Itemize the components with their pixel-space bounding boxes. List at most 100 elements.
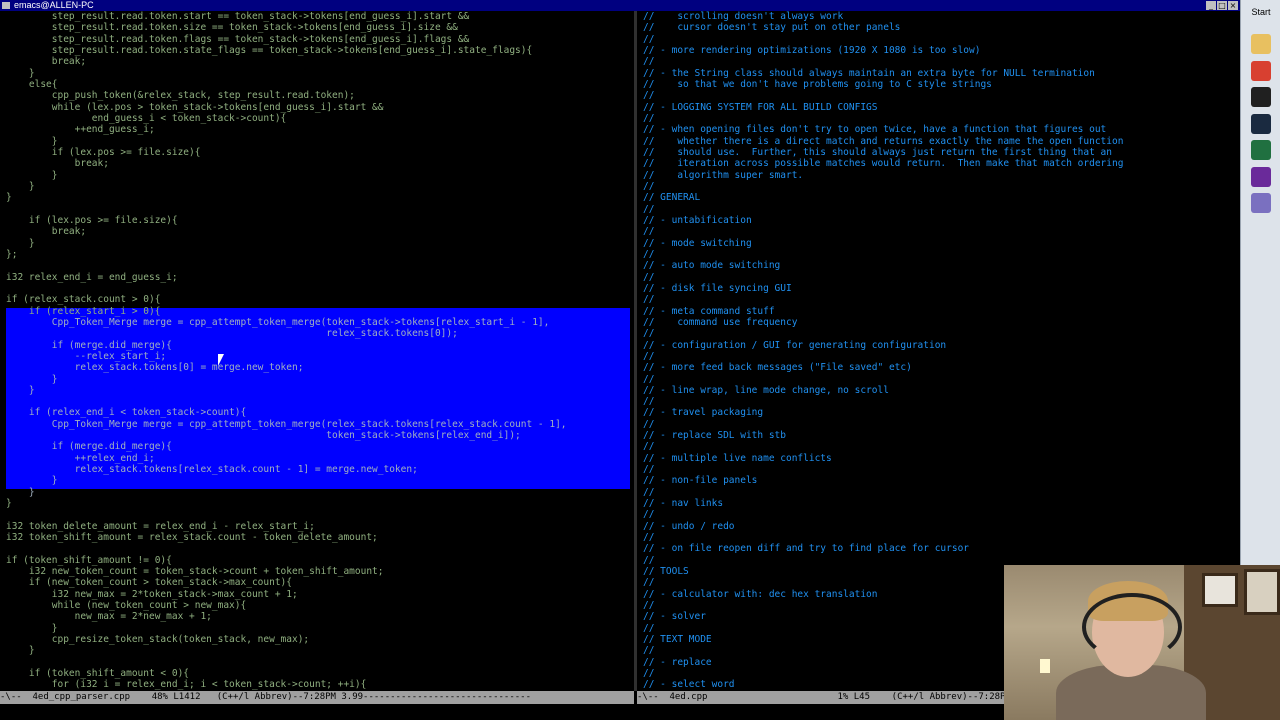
code-line[interactable]: // — [643, 34, 1240, 45]
code-line[interactable]: // - multiple live name conflicts — [643, 453, 1240, 464]
code-line[interactable]: break; — [6, 56, 634, 67]
code-line[interactable]: for (i32 i = relex_end_i; i < token_stac… — [6, 679, 634, 690]
code-line[interactable]: cpp_push_token(&relex_stack, step_result… — [6, 90, 634, 101]
chrome-app-icon[interactable] — [1251, 60, 1271, 81]
code-line[interactable]: ++relex_end_i; — [6, 453, 634, 464]
code-line[interactable]: // whether there is a direct match and r… — [643, 136, 1240, 147]
code-line[interactable]: relex_stack.tokens[0] = merge.new_token; — [6, 362, 634, 373]
code-line[interactable]: // - nav links — [643, 498, 1240, 509]
code-line[interactable]: // — [643, 464, 1240, 475]
code-line[interactable]: // — [643, 328, 1240, 339]
code-line[interactable]: // — [643, 487, 1240, 498]
code-line[interactable]: } — [6, 68, 634, 79]
emacs-app-icon[interactable] — [1251, 193, 1271, 213]
code-line[interactable]: // — [643, 374, 1240, 385]
code-line[interactable]: break; — [6, 158, 634, 169]
code-line[interactable] — [6, 260, 634, 271]
code-line[interactable]: if (merge.did_merge){ — [6, 441, 634, 452]
code-line[interactable]: // cursor doesn't stay put on other pane… — [643, 22, 1240, 33]
code-line[interactable]: } — [6, 192, 634, 203]
code-line[interactable]: // — [643, 294, 1240, 305]
code-line[interactable]: if (relex_end_i < token_stack->count){ — [6, 407, 634, 418]
code-line[interactable]: } — [6, 238, 634, 249]
code-line[interactable]: // algorithm super smart. — [643, 170, 1240, 181]
code-line[interactable]: // - untabification — [643, 215, 1240, 226]
code-line[interactable]: i32 new_token_count = token_stack->count… — [6, 566, 634, 577]
code-line[interactable]: // - mode switching — [643, 238, 1240, 249]
code-line[interactable]: } — [6, 475, 634, 486]
steam-app-icon[interactable] — [1251, 113, 1271, 134]
code-line[interactable]: cpp_resize_token_stack(token_stack, new_… — [6, 634, 634, 645]
code-line[interactable]: // — [643, 351, 1240, 362]
code-line[interactable]: token_stack->tokens[relex_end_i]); — [6, 430, 634, 441]
code-line[interactable]: // - travel packaging — [643, 407, 1240, 418]
code-line[interactable]: // - disk file syncing GUI — [643, 283, 1240, 294]
code-line[interactable] — [6, 396, 634, 407]
code-line[interactable] — [6, 509, 634, 520]
code-line[interactable]: // - more rendering optimizations (1920 … — [643, 45, 1240, 56]
code-line[interactable]: i32 token_shift_amount = relex_stack.cou… — [6, 532, 634, 543]
start-button[interactable]: Start — [1243, 2, 1279, 22]
code-line[interactable]: } — [6, 385, 634, 396]
code-line[interactable]: // - more feed back messages ("File save… — [643, 362, 1240, 373]
code-line[interactable] — [6, 204, 634, 215]
code-line[interactable]: // command use frequency — [643, 317, 1240, 328]
code-line[interactable]: // iteration across possible matches wou… — [643, 158, 1240, 169]
code-line[interactable]: // - auto mode switching — [643, 260, 1240, 271]
code-line[interactable]: relex_stack.tokens[relex_stack.count - 1… — [6, 464, 634, 475]
code-line[interactable]: // — [643, 272, 1240, 283]
code-line[interactable]: // — [643, 249, 1240, 260]
code-line[interactable]: new_max = 2*new_max + 1; — [6, 611, 634, 622]
left-code-lines[interactable]: step_result.read.token.start == token_st… — [6, 11, 634, 691]
code-line[interactable]: // - line wrap, line mode change, no scr… — [643, 385, 1240, 396]
code-line[interactable]: i32 new_max = 2*token_stack->max_count +… — [6, 589, 634, 600]
close-button[interactable]: × — [1228, 1, 1238, 10]
code-line[interactable]: end_guess_i < token_stack->count){ — [6, 113, 634, 124]
excel-app-icon[interactable] — [1251, 140, 1271, 160]
code-line[interactable]: } — [6, 170, 634, 181]
code-line[interactable]: step_result.read.token.state_flags == to… — [6, 45, 634, 56]
code-line[interactable]: // - when opening files don't try to ope… — [643, 124, 1240, 135]
code-line[interactable] — [6, 543, 634, 554]
code-line[interactable]: if (token_shift_amount < 0){ — [6, 668, 634, 679]
code-line[interactable]: if (merge.did_merge){ — [6, 340, 634, 351]
code-line[interactable]: if (relex_start_i > 0){ — [6, 306, 634, 317]
code-line[interactable]: if (new_token_count > token_stack->max_c… — [6, 577, 634, 588]
code-line[interactable]: } — [6, 487, 634, 498]
code-line[interactable]: } — [6, 498, 634, 509]
code-line[interactable]: while (lex.pos > token_stack->tokens[end… — [6, 102, 634, 113]
code-line[interactable]: // — [643, 532, 1240, 543]
code-line[interactable]: // should use. Further, this should alwa… — [643, 147, 1240, 158]
code-line[interactable]: } — [6, 374, 634, 385]
code-line[interactable]: step_result.read.token.size == token_sta… — [6, 22, 634, 33]
code-line[interactable]: i32 relex_end_i = end_guess_i; — [6, 272, 634, 283]
code-line[interactable]: // — [643, 441, 1240, 452]
code-line[interactable]: // — [643, 396, 1240, 407]
code-line[interactable]: // — [643, 56, 1240, 67]
folder-app-icon[interactable] — [1251, 34, 1271, 54]
code-line[interactable]: while (new_token_count > new_max){ — [6, 600, 634, 611]
code-line[interactable] — [6, 283, 634, 294]
minimize-button[interactable]: _ — [1206, 1, 1216, 10]
code-line[interactable]: if (token_shift_amount != 0){ — [6, 555, 634, 566]
code-line[interactable]: // — [643, 181, 1240, 192]
code-line[interactable]: break; — [6, 226, 634, 237]
code-line[interactable]: // — [643, 204, 1240, 215]
code-line[interactable]: // - on file reopen diff and try to find… — [643, 543, 1240, 554]
code-line[interactable]: } — [6, 645, 634, 656]
code-line[interactable]: // - replace SDL with stb — [643, 430, 1240, 441]
left-editor-pane[interactable]: step_result.read.token.start == token_st… — [0, 11, 634, 691]
code-line[interactable]: relex_stack.tokens[0]); — [6, 328, 634, 339]
code-line[interactable]: // — [643, 226, 1240, 237]
code-line[interactable]: if (lex.pos >= file.size){ — [6, 215, 634, 226]
code-line[interactable]: // — [643, 509, 1240, 520]
code-line[interactable]: if (relex_stack.count > 0){ — [6, 294, 634, 305]
code-line[interactable] — [6, 657, 634, 668]
code-line[interactable]: // - meta command stuff — [643, 306, 1240, 317]
code-line[interactable]: // — [643, 419, 1240, 430]
code-line[interactable]: // — [643, 113, 1240, 124]
code-line[interactable]: // GENERAL — [643, 192, 1240, 203]
code-line[interactable]: // - LOGGING SYSTEM FOR ALL BUILD CONFIG… — [643, 102, 1240, 113]
code-line[interactable]: }; — [6, 249, 634, 260]
window-titlebar[interactable]: emacs@ALLEN-PC _ □ × — [0, 0, 1240, 11]
